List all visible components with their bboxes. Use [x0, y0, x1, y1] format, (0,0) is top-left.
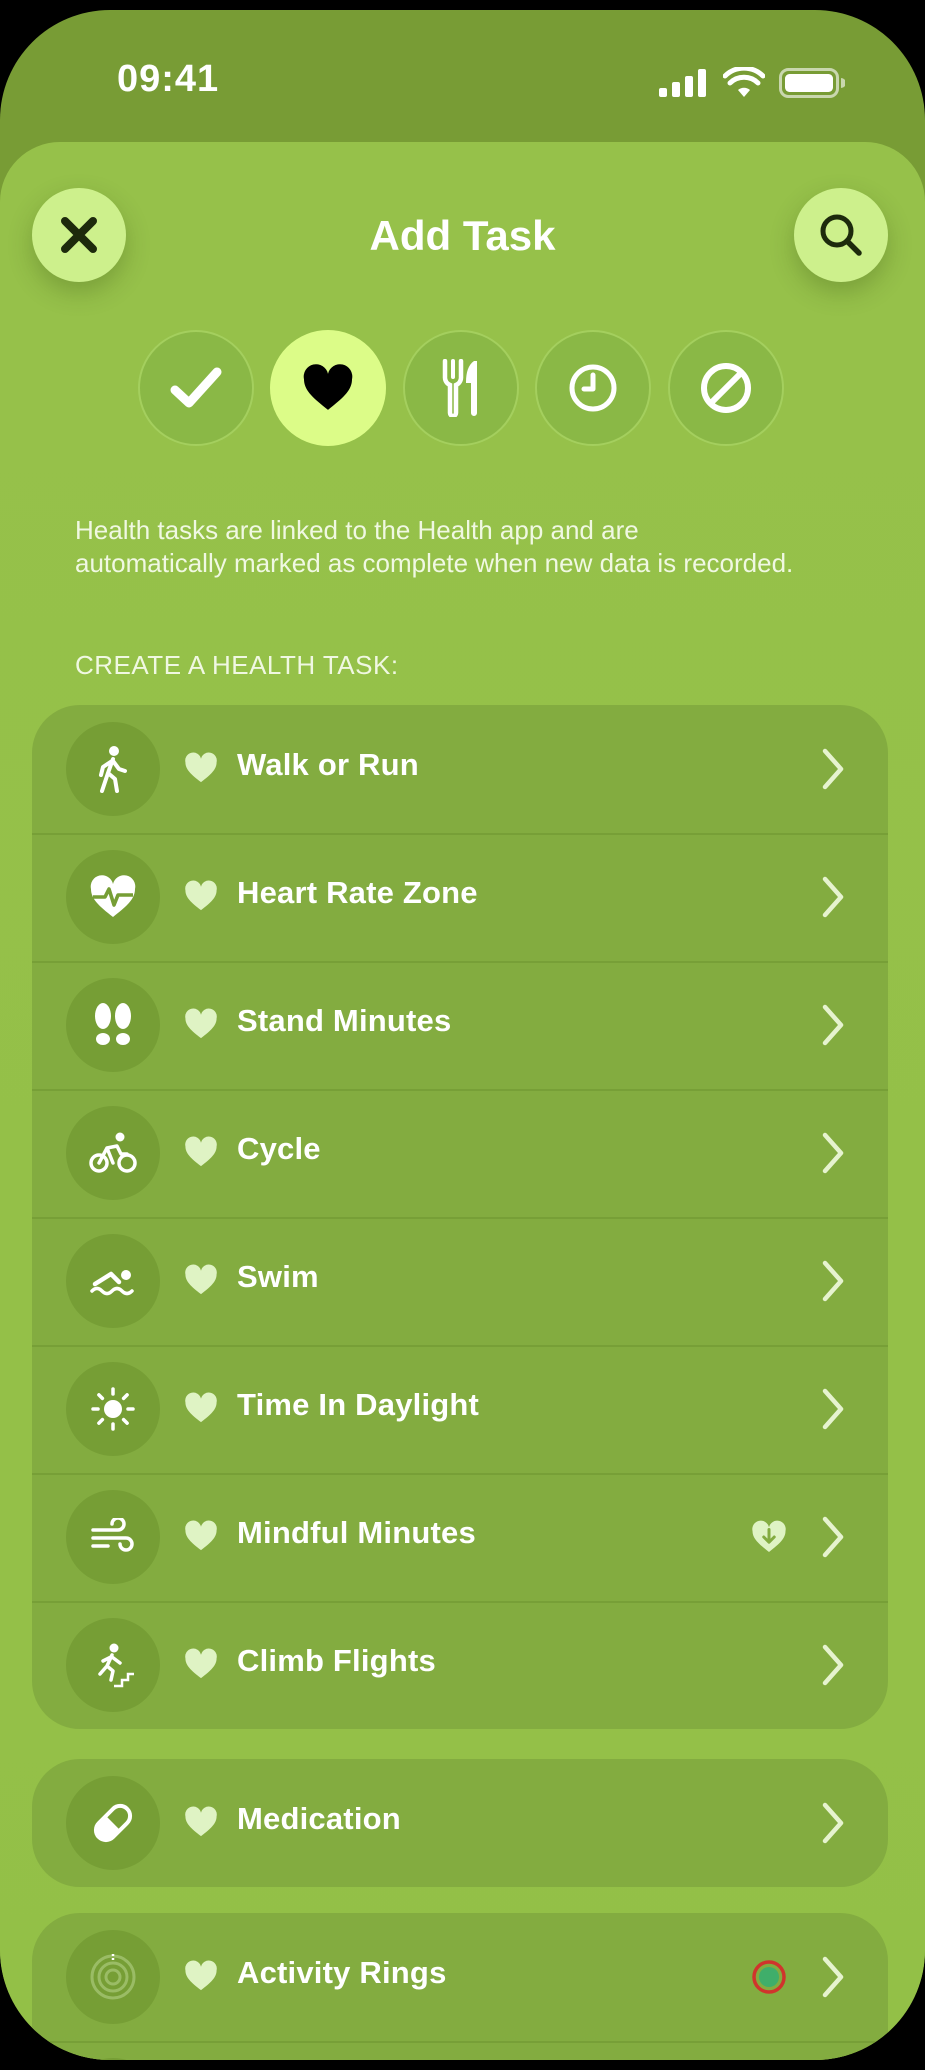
medication-task-group: Medication [32, 1759, 888, 1887]
health-task-medication[interactable]: Medication [32, 1759, 888, 1887]
row-label: Activity Rings [237, 1955, 447, 1990]
heart-download-icon [752, 1520, 786, 1552]
search-button[interactable] [794, 188, 888, 282]
health-heart-icon [185, 752, 217, 783]
chevron-right-icon [822, 1802, 844, 1844]
wind-icon [91, 1518, 134, 1552]
health-task-walk-run[interactable]: Walk or Run [32, 705, 888, 833]
chevron-right-icon [822, 1388, 844, 1430]
cyclist-icon [89, 1132, 137, 1173]
chevron-right-icon [822, 876, 844, 918]
swimmer-icon [90, 1270, 134, 1296]
health-heart-icon [185, 1520, 217, 1551]
category-avoid-button[interactable] [668, 330, 784, 446]
health-description: Health tasks are linked to the Health ap… [75, 515, 794, 578]
phone-screen: 09:41 Add Task Health tasks are linked t… [0, 10, 925, 2060]
chevron-right-icon [822, 1644, 844, 1686]
row-label: Medication [237, 1801, 401, 1836]
row-label: Time In Daylight [237, 1387, 480, 1422]
row-icon [66, 1618, 160, 1712]
checkmark-icon [170, 367, 222, 408]
row-icon [66, 1930, 160, 2024]
row-icon [66, 978, 160, 1072]
chevron-right-icon [822, 748, 844, 790]
fork-knife-icon [442, 359, 477, 417]
row-icon [66, 2058, 160, 2060]
search-icon [820, 214, 862, 256]
row-label: Cycle [237, 1131, 321, 1166]
chevron-right-icon [822, 1516, 844, 1558]
row-label: Mindful Minutes [237, 1515, 476, 1550]
health-task-activity-rings[interactable]: Activity Rings [32, 1913, 888, 2041]
battery-icon [779, 68, 845, 98]
health-task-time-in-daylight[interactable]: Time In Daylight [32, 1345, 888, 1473]
heart-icon [303, 364, 353, 410]
row-label: Swim [237, 1259, 319, 1294]
health-heart-icon [185, 1960, 217, 1991]
health-heart-icon [185, 1806, 217, 1837]
status-time: 09:41 [117, 58, 220, 100]
chevron-right-icon [822, 1956, 844, 1998]
health-heart-icon [185, 880, 217, 911]
chevron-right-icon [822, 1132, 844, 1174]
health-heart-icon [185, 1008, 217, 1039]
row-icon [66, 1106, 160, 1200]
status-bar: 09:41 [0, 10, 925, 160]
add-task-sheet: Add Task Health tasks are linked to the … [0, 142, 925, 2060]
health-task-heart-rate-zone[interactable]: Heart Rate Zone [32, 833, 888, 961]
health-task-next[interactable] [32, 2041, 888, 2060]
row-icon [66, 722, 160, 816]
activity-task-group: Activity Rings [32, 1913, 888, 2060]
row-icon [66, 1776, 160, 1870]
chevron-right-icon [822, 1260, 844, 1302]
row-label: Heart Rate Zone [237, 875, 478, 910]
sun-icon [91, 1387, 135, 1431]
health-task-cycle[interactable]: Cycle [32, 1089, 888, 1217]
ring-indicator-icon [752, 1960, 786, 1994]
health-task-climb-flights[interactable]: Climb Flights [32, 1601, 888, 1729]
section-header: CREATE A HEALTH TASK: [75, 650, 399, 680]
health-task-mindful-minutes[interactable]: Mindful Minutes [32, 1473, 888, 1601]
status-icons [659, 65, 845, 101]
health-heart-icon [185, 1648, 217, 1679]
row-icon [66, 1234, 160, 1328]
health-heart-icon [185, 1264, 217, 1295]
row-label: Walk or Run [237, 747, 419, 782]
category-meal-button[interactable] [403, 330, 519, 446]
wifi-icon [723, 67, 765, 97]
chevron-right-icon [822, 1004, 844, 1046]
row-icon [66, 1362, 160, 1456]
footprints-icon [95, 1003, 131, 1045]
row-label: Climb Flights [237, 1643, 436, 1678]
health-task-list: Walk or Run Heart Rate Zone Stand Minute… [32, 705, 888, 1729]
row-label: Stand Minutes [237, 1003, 452, 1038]
cellular-signal-icon [659, 69, 706, 97]
pill-icon [93, 1803, 133, 1843]
row-icon [66, 1490, 160, 1584]
category-checklist-button[interactable] [138, 330, 254, 446]
heart-rate-icon [90, 875, 136, 917]
activity-rings-icon [90, 1954, 136, 2000]
health-heart-icon [185, 1136, 217, 1167]
health-heart-icon [185, 1392, 217, 1423]
health-task-stand-minutes[interactable]: Stand Minutes [32, 961, 888, 1089]
walking-figure-icon [99, 746, 127, 793]
stairs-climber-icon [98, 1643, 134, 1688]
category-health-button[interactable] [270, 330, 386, 446]
row-icon [66, 850, 160, 944]
prohibited-icon [701, 363, 751, 413]
page-title: Add Task [369, 212, 556, 259]
clock-icon [569, 364, 617, 412]
health-task-swim[interactable]: Swim [32, 1217, 888, 1345]
category-timer-button[interactable] [535, 330, 651, 446]
